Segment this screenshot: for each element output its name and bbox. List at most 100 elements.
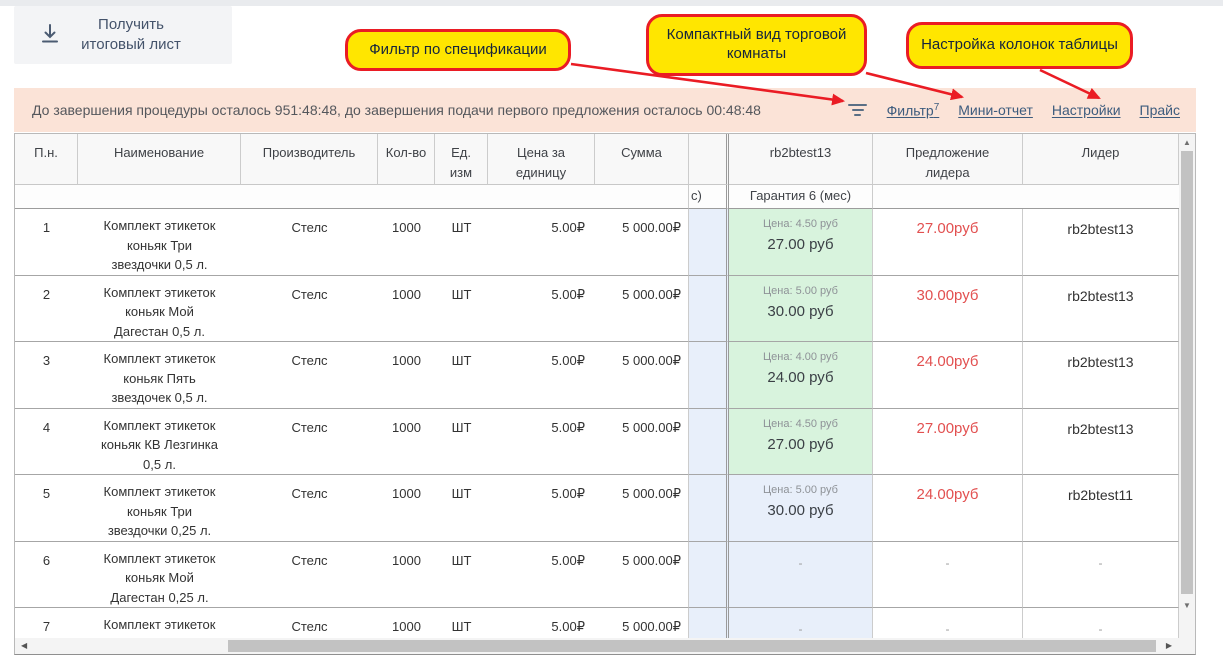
cell-leader: rb2btest13	[1023, 342, 1179, 409]
table-row: 4 Комплект этикеток коньяк КВ Лезгинка 0…	[15, 409, 1179, 476]
cell-hidden-column	[689, 608, 729, 638]
table-viewport: П.н. Наименование Производитель Кол-во Е…	[15, 134, 1179, 638]
cell-qty: 1000	[378, 608, 435, 638]
cell-manufacturer: Стелс	[241, 475, 378, 542]
get-final-sheet-label: Получить итоговый лист	[76, 15, 186, 56]
scroll-up-icon[interactable]: ▲	[1179, 138, 1195, 147]
cell-unit-price: 5.00₽	[488, 209, 595, 276]
col-header-hidden	[689, 134, 729, 185]
cell-leader-offer: -	[873, 542, 1023, 609]
price-link[interactable]: Прайс	[1140, 102, 1180, 118]
cell-leader-offer: 27.00руб	[873, 409, 1023, 476]
table-row: 1 Комплект этикеток коньяк Три звездочки…	[15, 209, 1179, 276]
callout-text: Фильтр по спецификации	[369, 41, 546, 60]
scrollbar-corner	[1179, 638, 1195, 654]
cell-name: Комплект этикеток коньяк Три звездочки 0…	[78, 475, 241, 542]
cell-sum: 5 000.00₽	[595, 608, 689, 638]
col-header-name: Наименование	[78, 134, 241, 185]
cell-participant-bid: -	[729, 542, 873, 609]
filter-link[interactable]: Фильтр7	[887, 102, 940, 119]
cell-leader: -	[1023, 608, 1179, 638]
settings-link[interactable]: Настройки	[1052, 102, 1121, 118]
cell-unit: ШТ	[435, 409, 488, 476]
callout-compact-view: Компактный вид торговой комнаты	[646, 14, 867, 76]
cell-qty: 1000	[378, 475, 435, 542]
cell-qty: 1000	[378, 209, 435, 276]
col-header-unit-price: Цена за единицу	[488, 134, 595, 185]
col-header-leader: Лидер	[1023, 134, 1179, 185]
cell-name: Комплект этикеток коньяк Пять	[78, 608, 241, 638]
cell-unit-price: 5.00₽	[488, 409, 595, 476]
mini-report-link[interactable]: Мини-отчет	[958, 102, 1033, 118]
bid-start-price: Цена: 4.00 руб	[730, 350, 871, 364]
cell-sum: 5 000.00₽	[595, 409, 689, 476]
cell-leader-offer: 27.00руб	[873, 209, 1023, 276]
cell-sum: 5 000.00₽	[595, 475, 689, 542]
cell-row-number: 3	[15, 342, 78, 409]
cell-leader-offer: 24.00руб	[873, 342, 1023, 409]
cell-participant-bid: Цена: 5.00 руб 30.00 руб	[729, 475, 873, 542]
subheader-blank	[15, 185, 689, 209]
scroll-down-icon[interactable]: ▼	[1179, 601, 1195, 610]
cell-unit: ШТ	[435, 342, 488, 409]
cell-manufacturer: Стелс	[241, 209, 378, 276]
cell-participant-bid: Цена: 5.00 руб 30.00 руб	[729, 276, 873, 343]
cell-participant-bid: Цена: 4.00 руб 24.00 руб	[729, 342, 873, 409]
cell-hidden-column	[689, 475, 729, 542]
cell-qty: 1000	[378, 542, 435, 609]
cell-sum: 5 000.00₽	[595, 342, 689, 409]
callout-spec-filter: Фильтр по спецификации	[345, 29, 571, 71]
download-icon	[38, 21, 62, 50]
subheader-cut-text: с)	[689, 185, 729, 209]
cell-unit-price: 5.00₽	[488, 342, 595, 409]
cell-leader: rb2btest13	[1023, 409, 1179, 476]
cell-leader-offer: -	[873, 608, 1023, 638]
col-header-unit: Ед. изм	[435, 134, 488, 185]
cell-manufacturer: Стелс	[241, 608, 378, 638]
table-row: 5 Комплект этикеток коньяк Три звездочки…	[15, 475, 1179, 542]
cell-participant-bid: -	[729, 608, 873, 638]
table-row: 2 Комплект этикеток коньяк Мой Дагестан …	[15, 276, 1179, 343]
bid-start-price: Цена: 5.00 руб	[730, 284, 871, 298]
col-header-manufacturer: Производитель	[241, 134, 378, 185]
filter-link-label: Фильтр	[887, 102, 934, 118]
cell-manufacturer: Стелс	[241, 342, 378, 409]
cell-leader: rb2btest13	[1023, 276, 1179, 343]
banner-links: Фильтр7 Мини-отчет Настройки Прайс	[848, 102, 1180, 119]
scroll-left-icon[interactable]: ◀	[21, 641, 27, 650]
callout-text: Компактный вид торговой комнаты	[659, 26, 854, 64]
cell-name: Комплект этикеток коньяк Три звездочки 0…	[78, 209, 241, 276]
scroll-right-icon[interactable]: ▶	[1166, 641, 1172, 650]
horizontal-scrollbar[interactable]: ◀ ▶	[15, 638, 1179, 654]
cell-unit: ШТ	[435, 542, 488, 609]
filter-count-badge: 7	[934, 102, 940, 113]
cell-row-number: 1	[15, 209, 78, 276]
cell-leader-offer: 30.00руб	[873, 276, 1023, 343]
cell-unit-price: 5.00₽	[488, 608, 595, 638]
table-row: 3 Комплект этикеток коньяк Пять звездоче…	[15, 342, 1179, 409]
table-row: 6 Комплект этикеток коньяк Мой Дагестан …	[15, 542, 1179, 609]
settings-label: Настройки	[1052, 102, 1121, 118]
table-header-row: П.н. Наименование Производитель Кол-во Е…	[15, 134, 1179, 185]
cell-qty: 1000	[378, 276, 435, 343]
bid-current-value: 27.00 руб	[730, 434, 871, 456]
vertical-scroll-thumb[interactable]	[1181, 151, 1193, 594]
horizontal-scroll-thumb[interactable]	[228, 640, 1156, 652]
bid-current-value: 30.00 руб	[730, 500, 871, 522]
cell-name: Комплект этикеток коньяк Мой Дагестан 0,…	[78, 542, 241, 609]
col-header-num: П.н.	[15, 134, 78, 185]
cell-leader: rb2btest11	[1023, 475, 1179, 542]
bid-current-value: 27.00 руб	[730, 234, 871, 256]
cell-qty: 1000	[378, 409, 435, 476]
cell-unit-price: 5.00₽	[488, 475, 595, 542]
vertical-scrollbar[interactable]: ▲ ▼	[1179, 134, 1195, 638]
cell-row-number: 6	[15, 542, 78, 609]
bid-current-value: -	[730, 621, 871, 638]
cell-hidden-column	[689, 209, 729, 276]
filter-lines-icon[interactable]	[848, 104, 868, 116]
mini-report-label: Мини-отчет	[958, 102, 1033, 118]
cell-unit-price: 5.00₽	[488, 276, 595, 343]
cell-sum: 5 000.00₽	[595, 276, 689, 343]
cell-row-number: 5	[15, 475, 78, 542]
get-final-sheet-button[interactable]: Получить итоговый лист	[14, 6, 232, 64]
